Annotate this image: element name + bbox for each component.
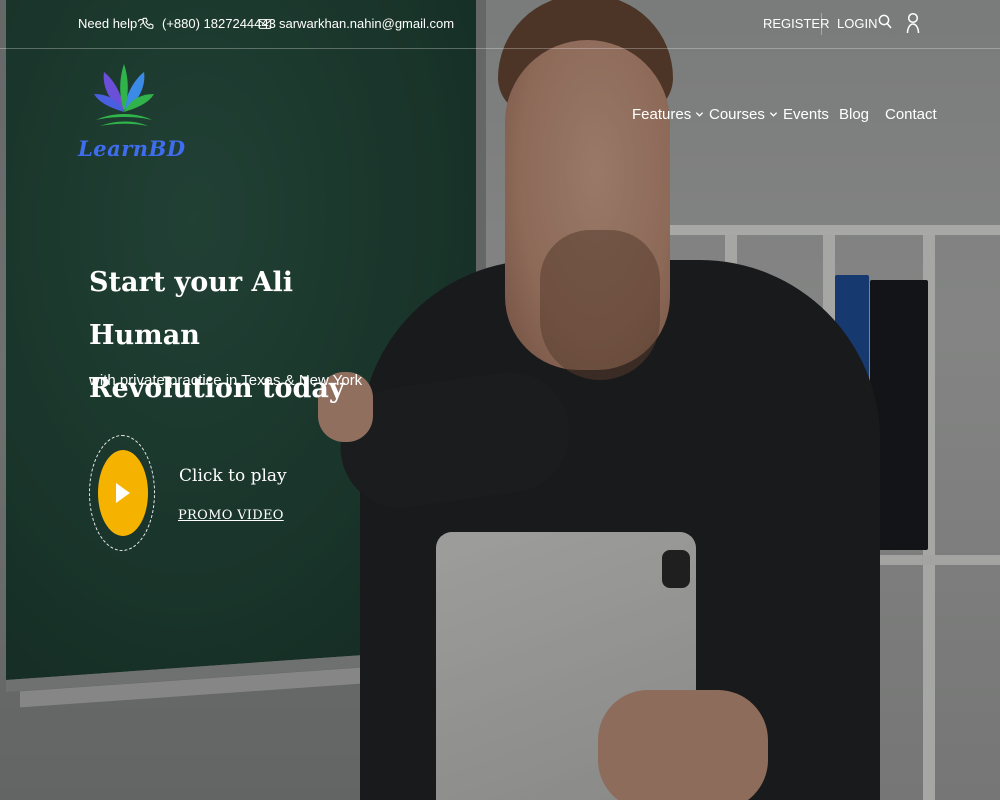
login-link[interactable]: LOGIN [837, 16, 877, 31]
chevron-down-icon [769, 112, 777, 117]
nav-label: Features [632, 106, 692, 123]
nav-label: Courses [709, 106, 765, 123]
nav-label: Blog [839, 106, 870, 123]
divider [821, 13, 822, 35]
help-text: Need help? [78, 16, 145, 31]
lotus-logo-icon [94, 64, 154, 126]
play-caption: Click to play [179, 466, 287, 486]
search-icon [878, 14, 892, 29]
register-label: REGISTER [763, 16, 830, 31]
nav-item-contact[interactable]: Contact [885, 106, 937, 123]
hero-title: Start your Ali Human Revolution today [89, 256, 389, 415]
top-bar: Need help? (+880) 1827244443 sarwarkhan.… [0, 0, 1000, 49]
login-label: LOGIN [837, 16, 878, 31]
nav-item-features[interactable]: Features [632, 106, 704, 123]
phone-icon [142, 17, 154, 29]
phone-contact[interactable]: (+880) 1827244443 [141, 16, 276, 31]
chevron-down-icon [696, 112, 704, 117]
nav-item-blog[interactable]: Blog [839, 106, 869, 123]
play-video-button[interactable] [89, 435, 155, 551]
user-icon [906, 12, 920, 34]
play-button[interactable] [98, 450, 148, 536]
hero-subtitle: with private practice in Texas & New Yor… [89, 372, 363, 389]
help-label: Need help? [78, 16, 145, 31]
promo-video-link[interactable]: PROMO VIDEO [178, 508, 284, 523]
search-button[interactable] [878, 14, 892, 30]
envelope-icon [258, 18, 272, 29]
register-link[interactable]: REGISTER [763, 16, 829, 31]
nav-item-events[interactable]: Events [783, 106, 829, 123]
hero-title-line: Start your Ali Human [89, 267, 293, 351]
site-logo[interactable]: LearnBD [78, 62, 186, 174]
email-address: sarwarkhan.nahin@gmail.com [279, 16, 455, 31]
account-button[interactable] [906, 12, 920, 34]
nav-item-courses[interactable]: Courses [709, 106, 778, 123]
email-contact[interactable]: sarwarkhan.nahin@gmail.com [258, 16, 454, 31]
logo-text: LearnBD [78, 136, 186, 161]
play-icon [116, 483, 130, 503]
nav-label: Contact [885, 106, 937, 123]
nav-label: Events [783, 106, 829, 123]
